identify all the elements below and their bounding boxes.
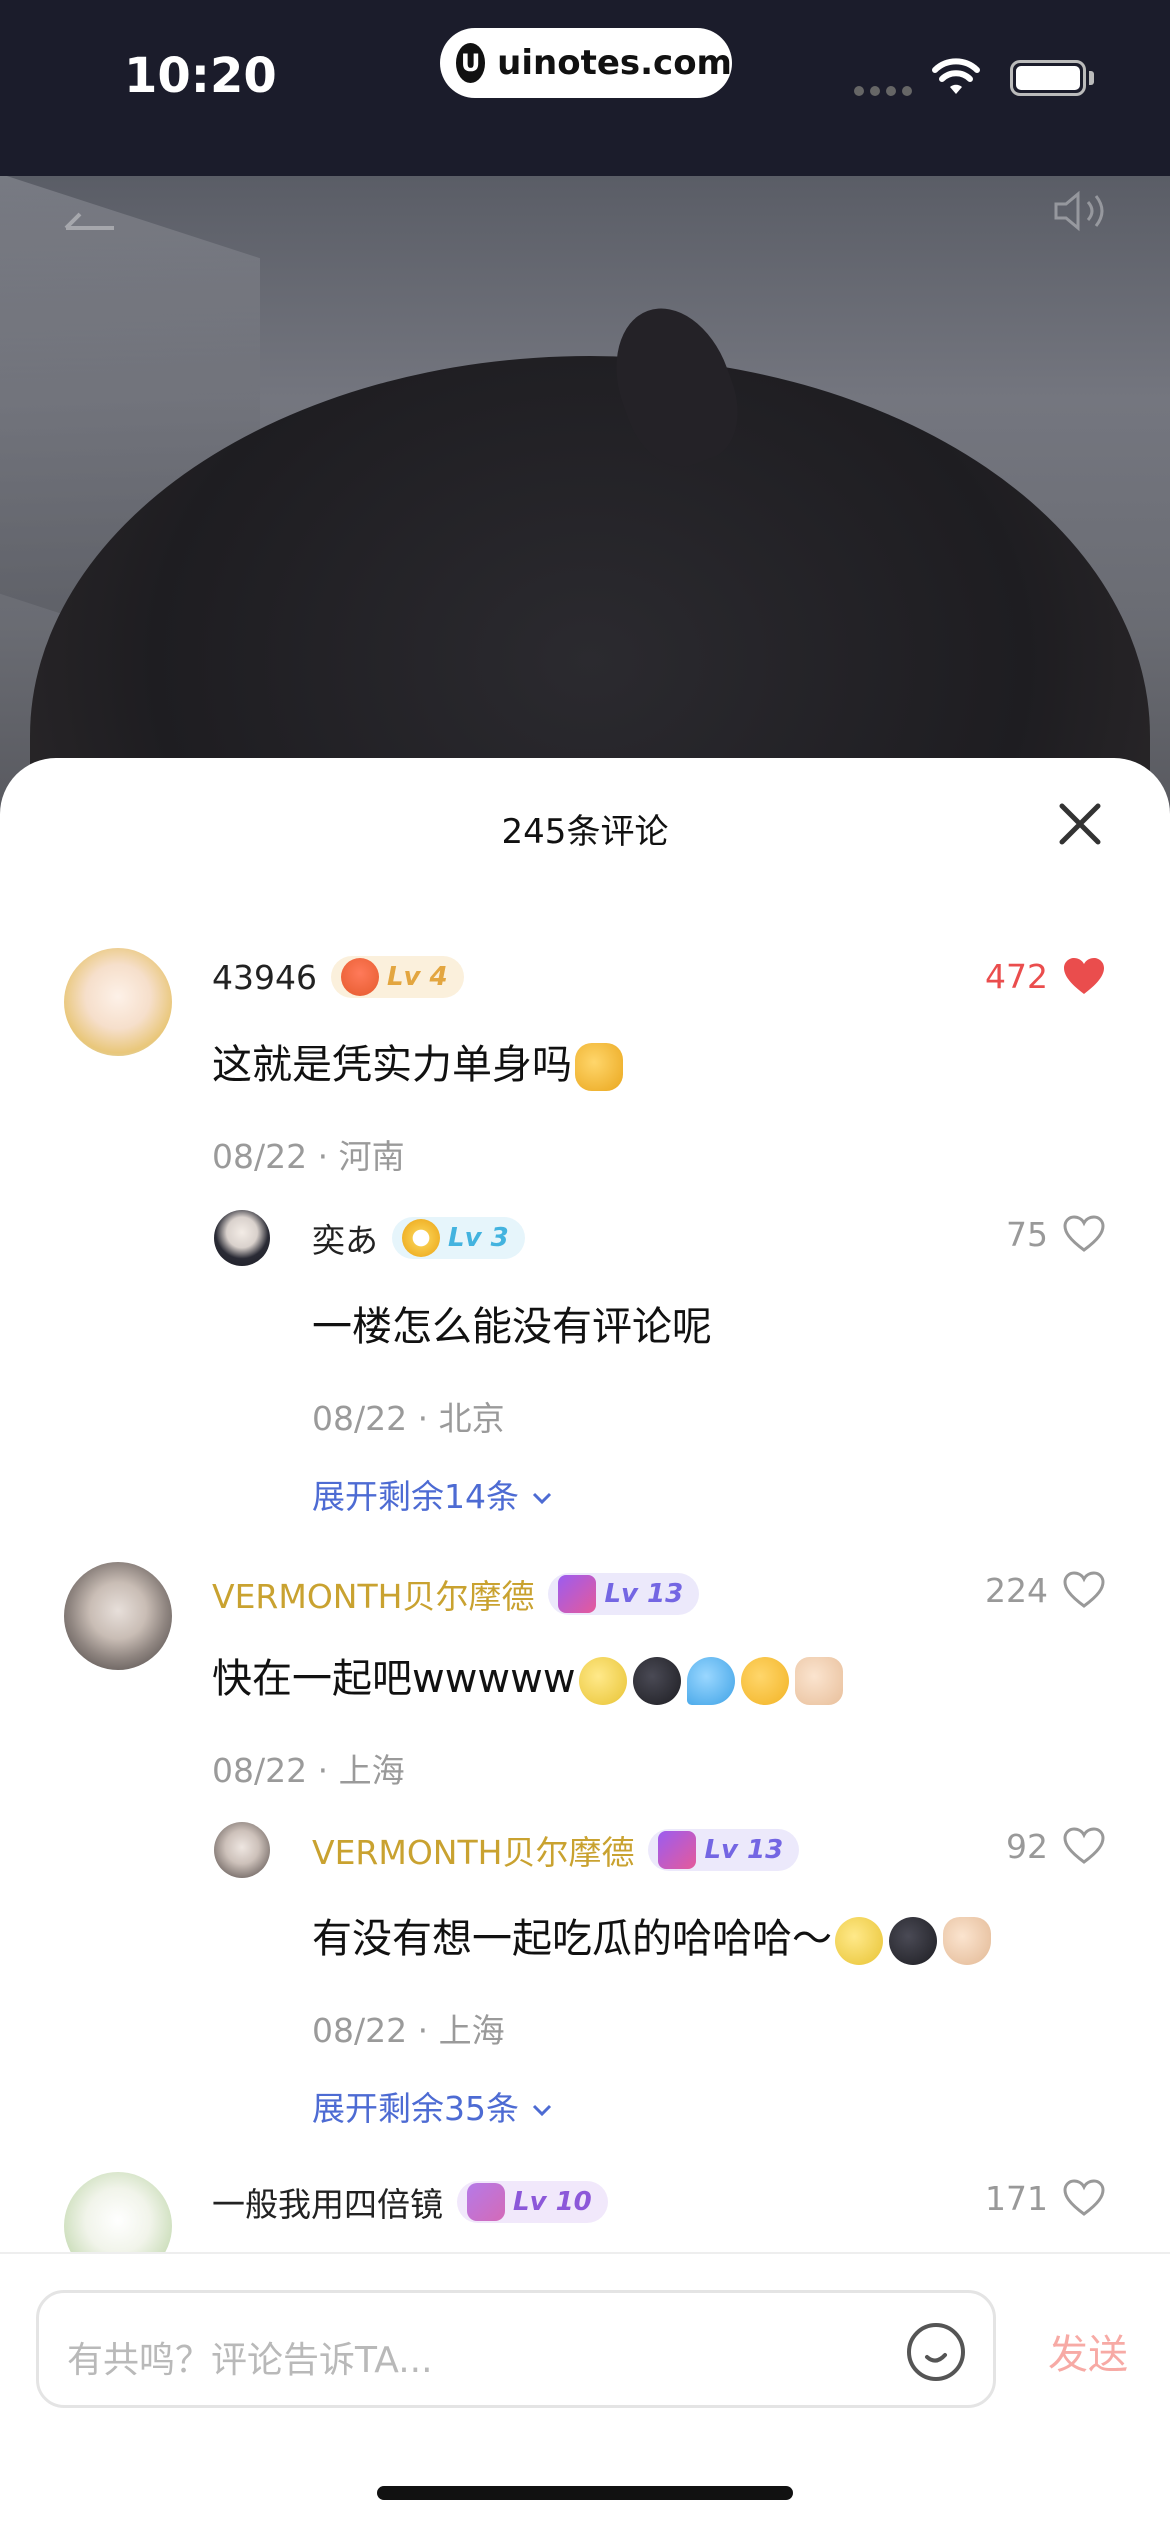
comment-username[interactable]: VERMONTH贝尔摩德 Lv 13 [212, 1570, 700, 1618]
level-badge-icon [340, 958, 379, 996]
video-player[interactable] [0, 176, 1170, 816]
emoji-picker-icon[interactable] [907, 2323, 965, 2381]
comment-meta: 08/22 · 上海 [212, 1751, 405, 1790]
heart-outline-icon [1063, 1827, 1105, 1864]
avatar[interactable] [214, 1210, 270, 1266]
expand-replies-link[interactable]: 展开剩余35条 [312, 2082, 554, 2130]
sweat-droplets-icon [686, 1657, 735, 1705]
speaker-icon[interactable] [1050, 186, 1110, 236]
like-button[interactable]: 92 [1006, 1826, 1106, 1866]
chevron-down-icon [532, 2104, 551, 2117]
comment-input-bar: 有共鸣？评论告诉TA... 发送 [0, 2252, 1170, 2532]
level-badge-icon [467, 2183, 505, 2221]
comment-count-title: 245条评论 [501, 812, 669, 852]
home-indicator[interactable] [377, 2486, 793, 2500]
battery-tip [1089, 71, 1094, 85]
level-badge: Lv 3 [392, 1217, 525, 1259]
back-arrow-icon[interactable] [62, 198, 118, 238]
crying-face-icon [740, 1657, 789, 1705]
level-badge: Lv 13 [648, 1829, 800, 1871]
reply-text: 一楼怎么能没有评论呢 [312, 1304, 712, 1350]
like-button[interactable]: 472 [985, 956, 1106, 996]
comment-username[interactable]: 43946 Lv 4 [212, 956, 464, 998]
like-button[interactable]: 75 [1006, 1214, 1106, 1254]
reply-text: 有没有想一起吃瓜的哈哈哈～ [312, 1906, 994, 1965]
battery-icon [1010, 60, 1086, 96]
status-time: 10:20 [124, 48, 277, 104]
comment-input[interactable]: 有共鸣？评论告诉TA... [36, 2290, 996, 2408]
url-text: uinotes.com [497, 43, 732, 83]
chevron-down-icon [532, 1492, 551, 1505]
expand-replies-link[interactable]: 展开剩余14条 [312, 1470, 554, 1518]
level-badge: Lv 4 [330, 956, 464, 998]
level-badge-icon [558, 1575, 597, 1613]
reply-meta: 08/22 · 上海 [312, 2011, 505, 2050]
victory-hand-icon [943, 1917, 991, 1965]
heart-outline-icon [1063, 1215, 1105, 1252]
like-button[interactable]: 171 [985, 2178, 1106, 2218]
status-bar: 10:20 U uinotes.com [0, 0, 1170, 176]
uinotes-logo-icon: U [456, 43, 486, 83]
send-button[interactable]: 发送 [1048, 2322, 1128, 2380]
level-badge: Lv 13 [548, 1573, 700, 1615]
comment-meta: 08/22 · 河南 [212, 1137, 405, 1176]
comment-text: 这就是凭实力单身吗 [212, 1032, 626, 1091]
avatar[interactable] [64, 1562, 172, 1670]
heart-outline-icon [1063, 2179, 1105, 2216]
full-moon-face-icon [578, 1657, 627, 1705]
close-icon[interactable] [1052, 796, 1108, 852]
level-badge: Lv 10 [457, 2181, 608, 2223]
level-badge-icon [402, 1219, 440, 1257]
thumbs-up-icon [575, 1043, 623, 1091]
wifi-icon [932, 58, 980, 94]
new-moon-face-icon [889, 1917, 937, 1965]
new-moon-face-icon [632, 1657, 681, 1705]
fist-icon [794, 1657, 843, 1705]
reply-meta: 08/22 · 北京 [312, 1399, 505, 1438]
comment-input-placeholder: 有共鸣？评论告诉TA... [67, 2340, 433, 2381]
comment-text: 快在一起吧wwwww [212, 1646, 846, 1705]
cellular-signal-icon [854, 86, 912, 96]
heart-outline-icon [1063, 1571, 1105, 1608]
url-pill[interactable]: U uinotes.com [440, 28, 732, 98]
full-moon-face-icon [835, 1917, 883, 1965]
like-button[interactable]: 224 [985, 1570, 1106, 1610]
comment-username[interactable]: 一般我用四倍镜 Lv 10 [212, 2178, 608, 2226]
avatar[interactable] [214, 1822, 270, 1878]
level-badge-icon [658, 1831, 697, 1869]
reply-username[interactable]: 奕あ Lv 3 [312, 1214, 525, 1262]
reply-username[interactable]: VERMONTH贝尔摩德 Lv 13 [312, 1826, 800, 1874]
heart-filled-icon [1064, 958, 1104, 994]
avatar[interactable] [64, 948, 172, 1056]
